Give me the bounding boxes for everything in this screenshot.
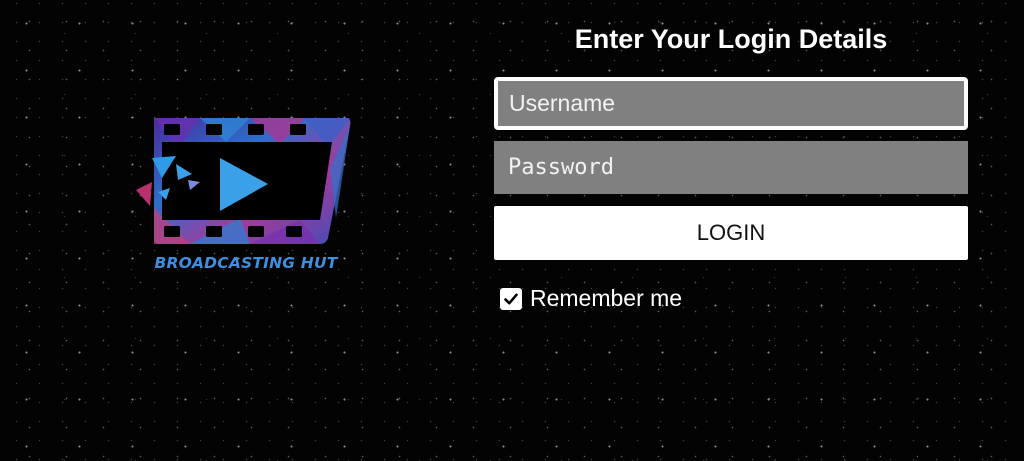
remember-me-checkbox[interactable] (500, 287, 522, 310)
username-input[interactable] (494, 77, 968, 130)
checkmark-icon (504, 293, 518, 304)
login-heading: Enter Your Login Details (574, 24, 888, 54)
remember-me-toggle[interactable]: Remember me (500, 285, 682, 312)
password-input[interactable] (494, 141, 968, 194)
login-button[interactable]: LOGIN (494, 206, 968, 260)
brand-name: BROADCASTING HUT (154, 254, 338, 272)
remember-me-label: Remember me (530, 285, 683, 311)
film-strip-play-icon (136, 118, 351, 244)
broadcasting-hut-logo (130, 108, 358, 278)
